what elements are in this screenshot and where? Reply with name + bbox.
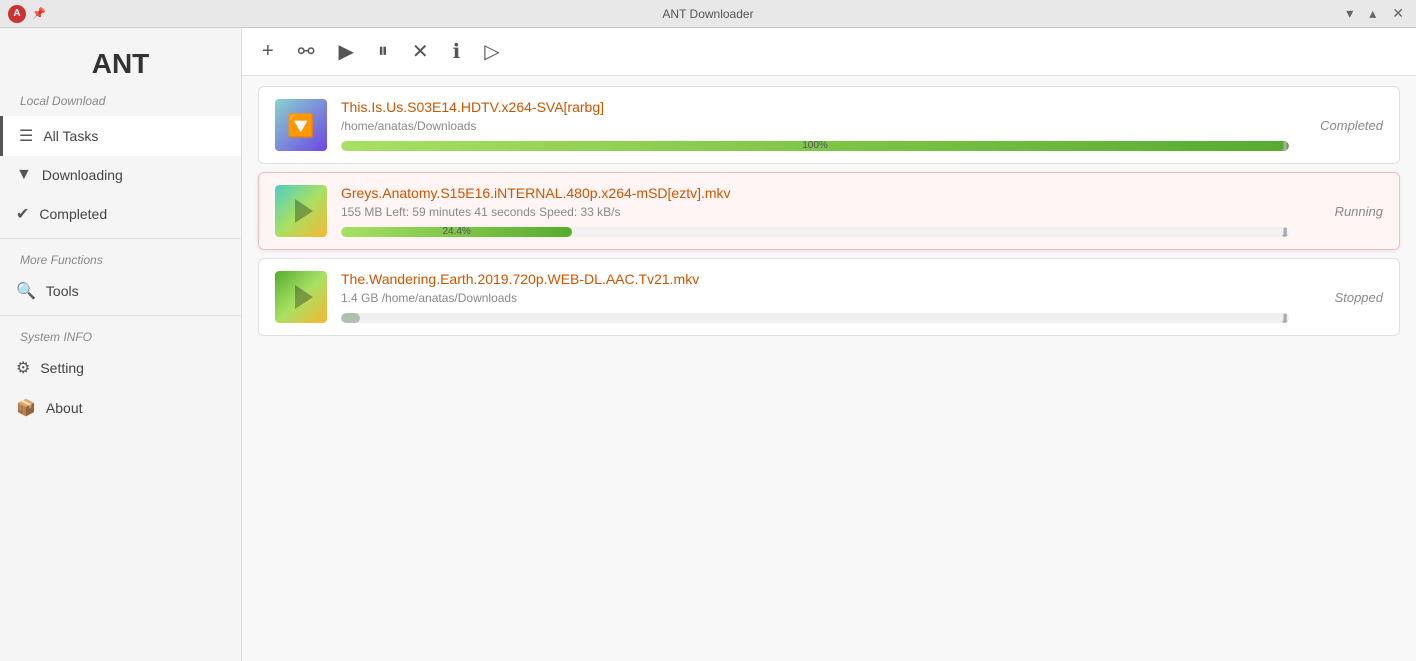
item-2-progress-label: 24.4% <box>442 227 470 237</box>
sidebar-item-completed[interactable]: ✔ Completed <box>0 194 241 234</box>
sidebar-item-setting-label: Setting <box>40 360 84 376</box>
system-info-label: System INFO <box>0 320 241 348</box>
item-2-thumbnail <box>275 185 327 237</box>
item-2-status: Running <box>1303 204 1383 219</box>
sidebar-item-downloading[interactable]: ▼ Downloading <box>0 156 241 194</box>
more-functions-label: More Functions <box>0 243 241 271</box>
item-2-progress-wrap: 24.4% ⬇ <box>341 227 1289 237</box>
open-button[interactable]: ▷ <box>480 37 503 66</box>
pin-icon: 📌 <box>32 7 46 20</box>
titlebar-logo: A 📌 <box>8 5 46 23</box>
svg-text:🔽: 🔽 <box>287 113 314 138</box>
video-thumb-svg-3 <box>275 271 327 323</box>
item-2-info: Greys.Anatomy.S15E16.iNTERNAL.480p.x264-… <box>341 185 1289 237</box>
local-download-label: Local Download <box>0 88 241 116</box>
sidebar-divider-2 <box>0 315 241 316</box>
item-3-status: Stopped <box>1303 290 1383 305</box>
check-icon: ✔ <box>16 204 29 224</box>
about-icon: 📦 <box>16 398 36 418</box>
item-2-progress-arrow: ⬇ <box>1279 227 1289 237</box>
item-3-subtitle: 1.4 GB /home/anatas/Downloads <box>341 291 1289 305</box>
delete-button[interactable]: ✕ <box>408 37 433 66</box>
titlebar-title: ANT Downloader <box>662 7 753 21</box>
pause-button[interactable]: ⏸ <box>374 38 392 65</box>
sidebar-item-all-tasks[interactable]: ☰ All Tasks <box>0 116 241 156</box>
sidebar: ANT Local Download ☰ All Tasks ▼ Downloa… <box>0 28 242 661</box>
download-item-1[interactable]: 🔽 This.Is.Us.S03E14.HDTV.x264-SVA[rarbg]… <box>258 86 1400 164</box>
titlebar: A 📌 ANT Downloader ▾ ▴ ✕ <box>0 0 1416 28</box>
item-1-progress-label: 100% <box>802 141 828 151</box>
item-1-path: /home/anatas/Downloads <box>341 119 1289 133</box>
item-1-title: This.Is.Us.S03E14.HDTV.x264-SVA[rarbg] <box>341 99 1289 115</box>
item-3-progress-wrap: ⬇ <box>341 313 1289 323</box>
magnet-button[interactable]: ⚯ <box>294 37 319 66</box>
tools-icon: 🔍 <box>16 281 36 301</box>
item-1-progress-wrap: 100% ⬇ <box>341 141 1289 151</box>
main-layout: ANT Local Download ☰ All Tasks ▼ Downloa… <box>0 28 1416 661</box>
item-1-status: Completed <box>1303 118 1383 133</box>
sidebar-item-about-label: About <box>46 400 83 416</box>
item-1-progress-bar: 100% <box>341 141 1289 151</box>
toolbar: + ⚯ ▶ ⏸ ✕ ℹ ▷ <box>242 28 1416 76</box>
app-logo-icon: A <box>8 5 26 23</box>
download-item-2[interactable]: Greys.Anatomy.S15E16.iNTERNAL.480p.x264-… <box>258 172 1400 250</box>
minimize-button[interactable]: ▾ <box>1342 5 1357 22</box>
item-2-title: Greys.Anatomy.S15E16.iNTERNAL.480p.x264-… <box>341 185 1289 201</box>
video-thumb-svg-2 <box>275 185 327 237</box>
sidebar-item-all-tasks-label: All Tasks <box>43 128 98 144</box>
item-3-progress-arrow: ⬇ <box>1279 313 1289 323</box>
item-2-subtitle: 155 MB Left: 59 minutes 41 seconds Speed… <box>341 205 1289 219</box>
content-area: + ⚯ ▶ ⏸ ✕ ℹ ▷ <box>242 28 1416 661</box>
item-3-thumbnail <box>275 271 327 323</box>
download-icon: ▼ <box>16 166 32 184</box>
download-item-3[interactable]: The.Wandering.Earth.2019.720p.WEB-DL.AAC… <box>258 258 1400 336</box>
sidebar-item-downloading-label: Downloading <box>42 167 123 183</box>
play-button[interactable]: ▶ <box>334 37 357 66</box>
item-2-progress-bar: 24.4% <box>341 227 572 237</box>
torrent-thumb-svg: 🔽 <box>275 99 327 151</box>
maximize-button[interactable]: ▴ <box>1365 5 1380 22</box>
item-1-info: This.Is.Us.S03E14.HDTV.x264-SVA[rarbg] /… <box>341 99 1289 151</box>
sidebar-item-completed-label: Completed <box>39 206 107 222</box>
item-3-title: The.Wandering.Earth.2019.720p.WEB-DL.AAC… <box>341 271 1289 287</box>
sidebar-item-about[interactable]: 📦 About <box>0 388 241 428</box>
add-button[interactable]: + <box>258 38 278 65</box>
info-button[interactable]: ℹ <box>449 37 465 66</box>
list-icon: ☰ <box>19 126 33 146</box>
titlebar-controls: ▾ ▴ ✕ <box>1342 5 1408 22</box>
item-3-info: The.Wandering.Earth.2019.720p.WEB-DL.AAC… <box>341 271 1289 323</box>
download-list: 🔽 This.Is.Us.S03E14.HDTV.x264-SVA[rarbg]… <box>242 76 1416 661</box>
item-1-thumbnail: 🔽 <box>275 99 327 151</box>
close-button[interactable]: ✕ <box>1388 5 1408 22</box>
sidebar-divider-1 <box>0 238 241 239</box>
sidebar-item-setting[interactable]: ⚙ Setting <box>0 348 241 388</box>
item-1-progress-arrow: ⬇ <box>1279 141 1289 151</box>
sidebar-item-tools-label: Tools <box>46 283 79 299</box>
sidebar-item-tools[interactable]: 🔍 Tools <box>0 271 241 311</box>
gear-icon: ⚙ <box>16 358 30 378</box>
sidebar-brand: ANT <box>0 28 241 88</box>
item-3-progress-bar <box>341 313 360 323</box>
